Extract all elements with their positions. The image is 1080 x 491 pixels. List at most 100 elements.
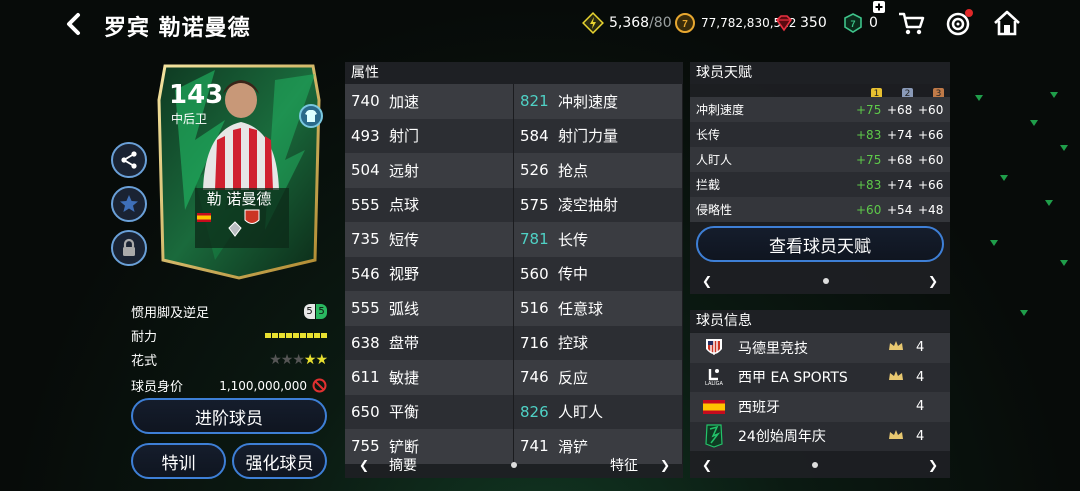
attribute-value: 575 xyxy=(520,195,549,214)
talent-bonus-t3: +60 xyxy=(918,152,944,167)
plus-icon[interactable] xyxy=(872,0,886,14)
target-icon[interactable] xyxy=(944,8,974,38)
skill-label: 花式 xyxy=(131,354,158,369)
attribute-name: 平衡 xyxy=(389,403,420,422)
talent-bonus-t1: +60 xyxy=(856,202,882,217)
attribute-name: 射门 xyxy=(389,127,420,146)
lock-button[interactable] xyxy=(111,230,147,266)
attribute-name: 弧线 xyxy=(389,299,420,318)
attribute-name: 射门力量 xyxy=(558,127,619,146)
attributes-heading: 属性 xyxy=(345,62,683,84)
kit-badge[interactable] xyxy=(299,104,323,128)
attribute-name: 长传 xyxy=(558,230,589,249)
talent-pager-dot xyxy=(823,278,829,284)
attribute-name: 抢点 xyxy=(558,161,589,180)
top-bar: 罗宾 勒诺曼德 5,368/80 7 77,782,830,512 350 7 … xyxy=(0,0,1080,50)
talent-name: 长传 xyxy=(696,128,721,142)
info-league-num: 4 xyxy=(916,369,925,385)
talent-name: 冲刺速度 xyxy=(696,103,745,117)
view-talent-button[interactable]: 查看球员天赋 xyxy=(696,226,944,262)
info-program-label: 24创始周年庆 xyxy=(738,429,826,446)
attribute-cell: 638 盘带 xyxy=(345,325,514,360)
attribute-name: 敏捷 xyxy=(389,368,420,387)
talent-pager: ❮ ❯ xyxy=(690,268,950,294)
attribute-name: 视野 xyxy=(389,265,420,284)
info-row-nation[interactable]: 西班牙 4 xyxy=(690,392,950,422)
enhance-player-button[interactable]: 强化球员 xyxy=(232,443,327,479)
stamina-value: 5,368 xyxy=(609,15,650,31)
attribute-value: 493 xyxy=(351,126,380,145)
attribute-row: 546 视野 560 传中 xyxy=(345,256,683,291)
advance-player-button[interactable]: 进阶球员 xyxy=(131,398,327,434)
star-filled-icon: ★★ xyxy=(303,351,328,368)
star-icon xyxy=(120,195,138,212)
lock-icon xyxy=(123,238,135,256)
talent-name: 侵略性 xyxy=(696,203,733,217)
talent-bonus-t1: +75 xyxy=(856,152,882,167)
attribute-name: 传中 xyxy=(558,265,589,284)
back-arrow-icon[interactable] xyxy=(62,10,86,38)
page-title: 罗宾 勒诺曼德 xyxy=(104,16,251,41)
attribute-value: 638 xyxy=(351,333,380,352)
crown-icon xyxy=(889,370,903,380)
crown-icon xyxy=(889,429,903,439)
stamina-bar xyxy=(265,333,327,338)
token-counter[interactable]: 7 0 xyxy=(842,1,885,34)
attribute-value: 555 xyxy=(351,299,380,318)
gem-icon xyxy=(773,12,795,34)
stamina-max: /80 xyxy=(649,15,672,31)
attribute-name: 盘带 xyxy=(389,334,420,353)
attribute-name: 控球 xyxy=(558,334,589,353)
attribute-name: 短传 xyxy=(389,230,420,249)
crown-icon xyxy=(889,341,903,350)
attribute-name: 加速 xyxy=(389,92,420,111)
stamina-counter[interactable]: 5,368/80 xyxy=(582,12,672,34)
card-position: 中后卫 xyxy=(171,112,208,126)
info-row-club[interactable]: 马德里竞技 4 xyxy=(690,333,950,363)
info-club-num: 4 xyxy=(916,340,925,356)
attribute-row: 611 敏捷 746 反应 xyxy=(345,360,683,395)
attribute-value: 526 xyxy=(520,161,549,180)
home-icon[interactable] xyxy=(992,8,1022,38)
talent-prev-icon[interactable]: ❮ xyxy=(702,274,712,288)
info-league-label: 西甲 EA SPORTS xyxy=(738,370,848,387)
talent-bonus-t3: +60 xyxy=(918,102,944,117)
talent-bonus-t3: +48 xyxy=(918,202,944,217)
foot-label: 惯用脚及逆足 xyxy=(131,306,210,321)
training-button[interactable]: 特训 xyxy=(131,443,226,479)
share-button[interactable] xyxy=(111,142,147,178)
shopping-cart-icon[interactable] xyxy=(896,8,926,38)
talent-row: 人盯人 +75 +68 +60 xyxy=(690,147,950,172)
favorite-button[interactable] xyxy=(111,186,147,222)
info-prev-icon[interactable]: ❮ xyxy=(702,458,712,472)
attribute-cell: 650 平衡 xyxy=(345,394,514,429)
info-row-league[interactable]: LALIGA 西甲 EA SPORTS 4 xyxy=(690,362,950,392)
foot-primary: 5 xyxy=(304,304,315,319)
pager-traits-tab[interactable]: 特征 xyxy=(610,455,638,475)
spain-flag-icon xyxy=(702,395,726,419)
attribute-value: 821 xyxy=(520,92,549,111)
player-card[interactable]: 143 中后卫 勒 诺曼德 xyxy=(155,60,323,282)
pager-prev-icon[interactable]: ❮ xyxy=(359,458,369,472)
attribute-name: 远射 xyxy=(389,161,420,180)
gem-counter[interactable]: 350 xyxy=(773,12,827,34)
info-club-label: 马德里竞技 xyxy=(738,340,808,357)
attribute-cell: 740 加速 xyxy=(345,84,514,119)
pager-next-icon[interactable]: ❯ xyxy=(660,458,670,472)
info-next-icon[interactable]: ❯ xyxy=(928,458,938,472)
attribute-row: 555 弧线 516 任意球 xyxy=(345,291,683,326)
info-row-program[interactable]: 24创始周年庆 4 xyxy=(690,421,950,451)
talent-bonus-t3: +66 xyxy=(918,127,944,142)
pager-summary-tab[interactable]: 摘要 xyxy=(389,455,417,475)
attribute-cell: 526 抢点 xyxy=(514,153,683,188)
attribute-value: 746 xyxy=(520,368,549,387)
program-card-icon xyxy=(702,424,726,448)
talent-bonus-t2: +74 xyxy=(887,177,913,192)
talent-bonus-t1: +83 xyxy=(856,127,882,142)
info-heading: 球员信息 xyxy=(690,310,950,332)
attribute-value: 516 xyxy=(520,299,549,318)
talent-bonus-t2: +54 xyxy=(887,202,913,217)
attribute-value: 611 xyxy=(351,368,380,387)
attribute-value: 735 xyxy=(351,230,380,249)
talent-next-icon[interactable]: ❯ xyxy=(928,274,938,288)
